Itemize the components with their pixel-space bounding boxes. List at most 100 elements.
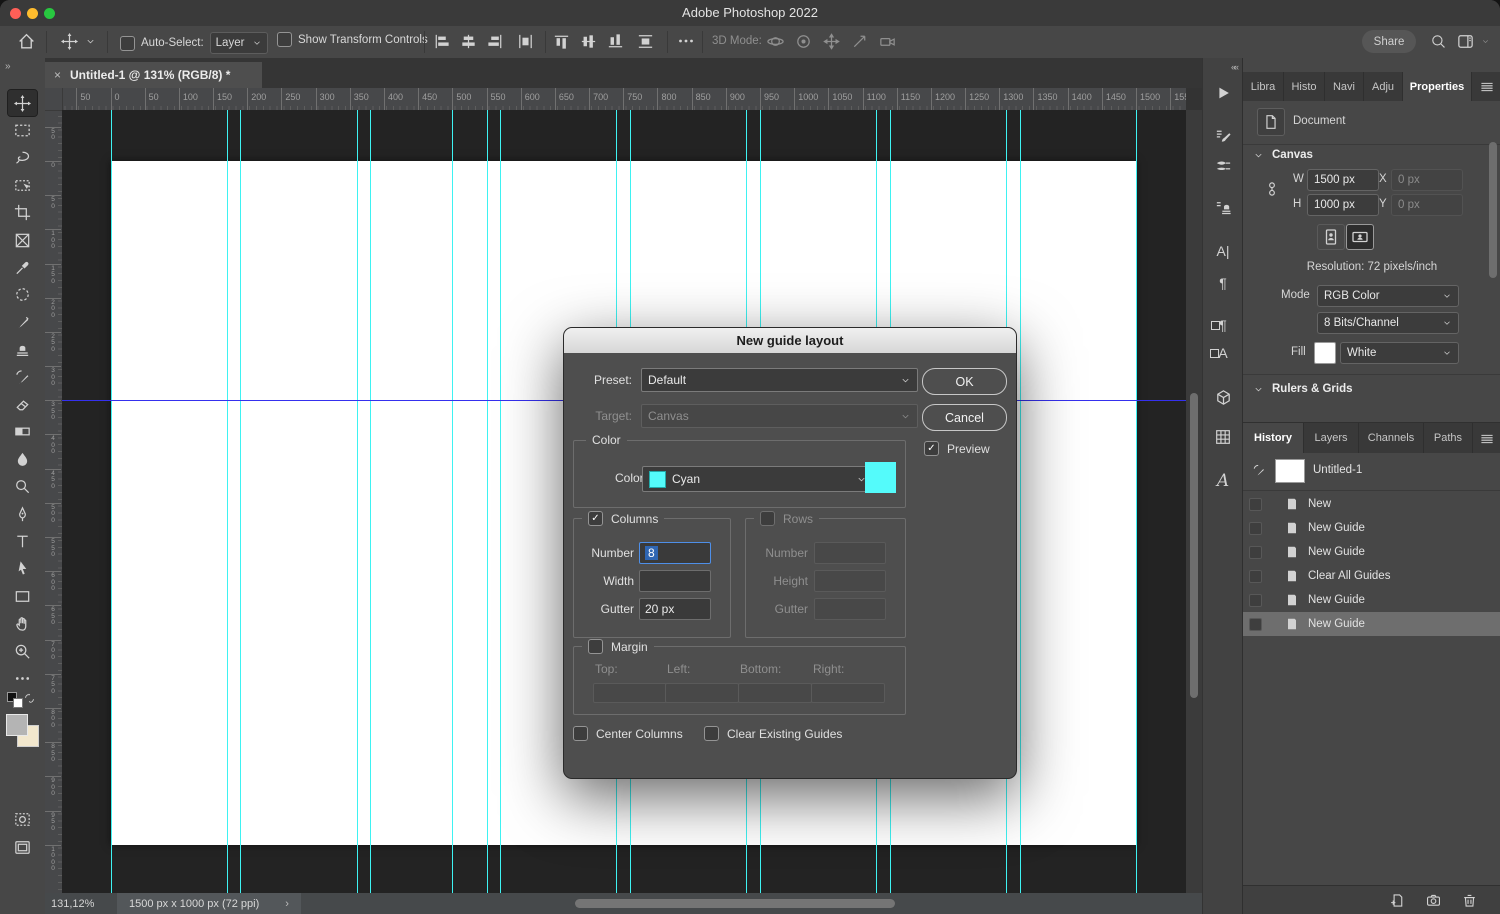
search-button[interactable]: [1430, 33, 1447, 50]
frame-tool[interactable]: [8, 227, 37, 253]
history-state-row[interactable]: New Guide: [1243, 516, 1487, 540]
clone-stamp-tool[interactable]: [8, 337, 37, 363]
brushes-icon[interactable]: [1209, 152, 1237, 178]
auto-select-checkbox[interactable]: [120, 36, 135, 51]
align-left-edges-icon[interactable]: [432, 32, 451, 51]
vertical-guide[interactable]: [452, 110, 453, 893]
new-document-from-state-icon[interactable]: [1389, 892, 1406, 909]
edit-toolbar[interactable]: [8, 665, 37, 691]
center-columns-option[interactable]: Center Columns: [573, 726, 683, 741]
object-selection-tool[interactable]: [8, 172, 37, 198]
share-button[interactable]: Share: [1362, 30, 1416, 53]
status-chevron-icon[interactable]: ›: [285, 898, 289, 910]
tab-channels[interactable]: Channels: [1359, 423, 1424, 453]
canvas-section-header[interactable]: Canvas: [1253, 149, 1313, 161]
paragraph-panel-icon[interactable]: ¶: [1209, 270, 1237, 296]
tab-histo[interactable]: Histo: [1284, 72, 1325, 101]
portrait-orientation-button[interactable]: [1317, 224, 1345, 250]
vertical-guide[interactable]: [370, 110, 371, 893]
canvas-width-field[interactable]: 1500 px: [1307, 169, 1379, 191]
vertical-guide[interactable]: [357, 110, 358, 893]
history-state-row[interactable]: New Guide: [1243, 612, 1500, 636]
blur-tool[interactable]: [8, 446, 37, 472]
crop-tool[interactable]: [8, 200, 37, 226]
horizontal-scrollbar-thumb[interactable]: [575, 899, 895, 908]
lasso-tool[interactable]: [8, 145, 37, 171]
columns-checkbox[interactable]: [588, 511, 603, 526]
vertical-scrollbar-thumb[interactable]: [1190, 393, 1198, 698]
rectangle-tool[interactable]: [8, 583, 37, 609]
gradient-tool[interactable]: [8, 419, 37, 445]
distribute-vertical-icon[interactable]: [636, 32, 655, 51]
ok-button[interactable]: OK: [922, 368, 1007, 395]
horizontal-ruler[interactable]: 5005010015020025030035040045050055060065…: [45, 88, 1186, 111]
auto-select-target-dropdown[interactable]: Layer: [210, 32, 269, 54]
history-brush-tool[interactable]: [8, 364, 37, 390]
properties-panel-menu-icon[interactable]: [1479, 79, 1495, 95]
tab-libra[interactable]: Libra: [1243, 72, 1284, 101]
document-tab[interactable]: × Untitled-1 @ 131% (RGB/8) *: [45, 62, 262, 88]
preview-option[interactable]: Preview: [924, 441, 990, 456]
brush-settings-icon[interactable]: [1209, 122, 1237, 148]
preset-dropdown[interactable]: Default: [641, 368, 918, 392]
dodge-tool[interactable]: [8, 474, 37, 500]
current-tool-button[interactable]: [60, 32, 96, 51]
zoom-level[interactable]: 131,12%: [51, 898, 117, 910]
vertical-guide[interactable]: [227, 110, 228, 893]
align-vertical-centers-icon[interactable]: [579, 32, 598, 51]
character-panel-icon[interactable]: A|: [1209, 238, 1237, 264]
tab-navi[interactable]: Navi: [1325, 72, 1364, 101]
eraser-tool[interactable]: [8, 391, 37, 417]
new-snapshot-camera-icon[interactable]: [1425, 892, 1442, 909]
link-dimensions-icon[interactable]: [1263, 180, 1281, 198]
tab-adju[interactable]: Adju: [1364, 72, 1403, 101]
vertical-guide[interactable]: [500, 110, 501, 893]
distribute-horizontal-icon[interactable]: [516, 32, 535, 51]
fill-color-swatch[interactable]: [1314, 342, 1336, 364]
vertical-guide[interactable]: [1136, 110, 1137, 893]
color-dropdown[interactable]: Cyan: [642, 466, 874, 492]
screen-mode-button[interactable]: [8, 834, 37, 860]
columns-gutter-field[interactable]: 20 px: [639, 598, 711, 620]
vertical-guide[interactable]: [1020, 110, 1021, 893]
columns-number-field[interactable]: 8: [639, 542, 711, 564]
mode-dropdown[interactable]: RGB Color: [1317, 285, 1459, 307]
center-columns-checkbox[interactable]: [573, 726, 588, 741]
cancel-button[interactable]: Cancel: [922, 404, 1007, 431]
document-dimensions[interactable]: 1500 px x 1000 px (72 ppi) ›: [117, 893, 301, 914]
margin-checkbox[interactable]: [588, 639, 603, 654]
foreground-color-swatch[interactable]: [6, 714, 28, 736]
align-top-edges-icon[interactable]: [552, 32, 571, 51]
show-transform-controls-checkbox[interactable]: [277, 32, 292, 47]
type-tool[interactable]: [8, 528, 37, 554]
history-source-well[interactable]: [1249, 594, 1262, 607]
history-panel-menu-icon[interactable]: [1479, 431, 1495, 447]
canvas-height-field[interactable]: 1000 px: [1307, 194, 1379, 216]
zoom-tool[interactable]: [8, 638, 37, 664]
bit-depth-dropdown[interactable]: 8 Bits/Channel: [1317, 312, 1459, 334]
brush-tool[interactable]: [8, 309, 37, 335]
history-source-well[interactable]: [1249, 570, 1262, 583]
history-source-well[interactable]: [1249, 522, 1262, 535]
delete-state-trash-icon[interactable]: [1461, 892, 1478, 909]
color-swatch-large[interactable]: [865, 462, 896, 493]
history-snapshot-row[interactable]: Untitled-1: [1243, 453, 1500, 491]
move-tool[interactable]: [8, 90, 37, 116]
eyedropper-tool[interactable]: [8, 254, 37, 280]
columns-width-field[interactable]: [639, 570, 711, 592]
clear-existing-guides-checkbox[interactable]: [704, 726, 719, 741]
vertical-scrollbar[interactable]: [1186, 110, 1202, 893]
workspace-switcher[interactable]: [1456, 32, 1490, 51]
landscape-orientation-button[interactable]: [1346, 224, 1374, 250]
canvas-x-field[interactable]: 0 px: [1391, 169, 1463, 191]
align-bottom-edges-icon[interactable]: [606, 32, 625, 51]
vertical-ruler[interactable]: 5005010015020025030035040045050055060065…: [45, 110, 63, 893]
more-options-button[interactable]: [676, 31, 696, 51]
vertical-guide[interactable]: [240, 110, 241, 893]
hand-tool[interactable]: [8, 611, 37, 637]
tab-layers[interactable]: Layers: [1304, 423, 1359, 453]
pen-tool[interactable]: [8, 501, 37, 527]
history-state-row[interactable]: New Guide: [1243, 588, 1487, 612]
paragraph-styles-icon[interactable]: ¶: [1209, 312, 1237, 338]
history-source-well[interactable]: [1249, 546, 1262, 559]
